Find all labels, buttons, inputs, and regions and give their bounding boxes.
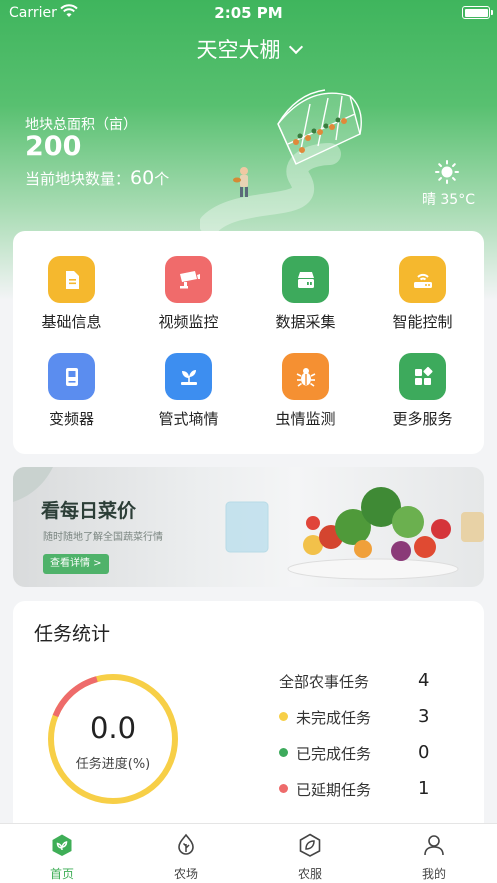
stat-name: 未完成任务 (296, 709, 372, 727)
menu-item-pest-monitor[interactable]: 虫情监测 (247, 353, 364, 429)
camera-icon (165, 256, 212, 303)
tab-farm[interactable]: 农场 (124, 824, 248, 883)
feature-menu: 基础信息 视频监控 数据采集 智能控制 变频器 管式墒情 虫情监测 更多服务 (13, 231, 484, 454)
page-title: 天空大棚 (196, 38, 281, 62)
tab-label: 农服 (297, 867, 322, 881)
bottom-tab-bar: 首页 农场 农服 我的 (0, 823, 497, 883)
progress-value: 0.0 (89, 711, 137, 745)
plot-count: 当前地块数量：60个 (25, 167, 169, 189)
menu-item-label: 数据采集 (275, 313, 336, 331)
status-dot (279, 784, 288, 793)
leaf-drop-icon (178, 833, 194, 855)
status-dot (279, 748, 288, 757)
stat-name: 已延期任务 (296, 781, 372, 799)
banner-subtitle: 随时随地了解全国蔬菜行情 (43, 532, 163, 543)
menu-item-more[interactable]: 更多服务 (364, 353, 481, 429)
stat-name: 全部农事任务 (279, 673, 370, 691)
stat-value: 4 (418, 670, 430, 691)
chevron-down-icon (288, 39, 303, 55)
battery-icon (462, 6, 493, 19)
service-icon (299, 833, 321, 857)
menu-item-label: 基础信息 (41, 313, 102, 331)
stat-row-delayed: 已延期任务 1 (279, 778, 469, 800)
stats-title: 任务统计 (34, 623, 111, 645)
menu-item-video[interactable]: 视频监控 (130, 256, 247, 332)
view-details-button[interactable]: 查看详情 > (43, 554, 109, 574)
banner-title: 看每日菜价 (41, 500, 137, 522)
task-stats-card: 任务统计 0.0 任务进度(%) 全部农事任务 4 未完成任务 3 已完成任务 … (13, 601, 484, 841)
progress-label: 任务进度(%) (75, 757, 151, 772)
tab-label: 首页 (49, 867, 74, 881)
greenhouse-selector[interactable]: 天空大棚 (0, 34, 497, 64)
home-leaf-icon (52, 834, 72, 856)
user-icon (424, 835, 444, 856)
plot-count-value: 60 (130, 167, 155, 189)
menu-item-smart-control[interactable]: 智能控制 (364, 256, 481, 332)
menu-item-label: 管式墒情 (158, 410, 219, 428)
stat-value: 3 (418, 706, 430, 727)
bug-icon (282, 353, 329, 400)
stat-row-unfinished: 未完成任务 3 (279, 706, 469, 728)
menu-item-label: 视频监控 (158, 313, 219, 331)
menu-item-soil-moisture[interactable]: 管式墒情 (130, 353, 247, 429)
vegetable-price-banner[interactable]: 看每日菜价 随时随地了解全国蔬菜行情 查看详情 > (13, 467, 484, 587)
grid-icon (399, 353, 446, 400)
clock: 2:05 PM (214, 4, 283, 22)
stat-row-finished: 已完成任务 0 (279, 742, 469, 764)
inverter-icon (48, 353, 95, 400)
menu-item-label: 更多服务 (392, 410, 453, 428)
weather-text: 晴 35°C (421, 192, 475, 208)
router-icon (399, 256, 446, 303)
plot-count-label: 当前地块数量： (25, 170, 131, 188)
menu-item-label: 变频器 (48, 410, 94, 428)
status-dot (279, 712, 288, 721)
menu-item-basic-info[interactable]: 基础信息 (13, 256, 130, 332)
area-value: 200 (25, 131, 82, 162)
status-bar: Carrier 2:05 PM (0, 0, 497, 26)
progress-donut: 0.0 任务进度(%) (45, 671, 181, 807)
menu-item-inverter[interactable]: 变频器 (13, 353, 130, 429)
menu-item-label: 智能控制 (392, 313, 453, 331)
stat-value: 0 (418, 742, 430, 763)
plot-count-unit: 个 (154, 170, 170, 188)
stat-row-all: 全部农事任务 4 (279, 670, 469, 692)
menu-item-label: 虫情监测 (275, 410, 336, 428)
sun-icon (435, 160, 459, 184)
tab-profile[interactable]: 我的 (372, 824, 496, 883)
greenhouse-illustration (200, 89, 362, 234)
sprout-icon (165, 353, 212, 400)
menu-item-data-collection[interactable]: 数据采集 (247, 256, 364, 332)
server-icon (282, 256, 329, 303)
tab-home[interactable]: 首页 (0, 824, 124, 883)
stat-name: 已完成任务 (296, 745, 372, 763)
tab-label: 我的 (421, 867, 446, 881)
tab-label: 农场 (173, 867, 198, 881)
document-icon (48, 256, 95, 303)
tab-service[interactable]: 农服 (248, 824, 372, 883)
stat-value: 1 (418, 778, 430, 799)
